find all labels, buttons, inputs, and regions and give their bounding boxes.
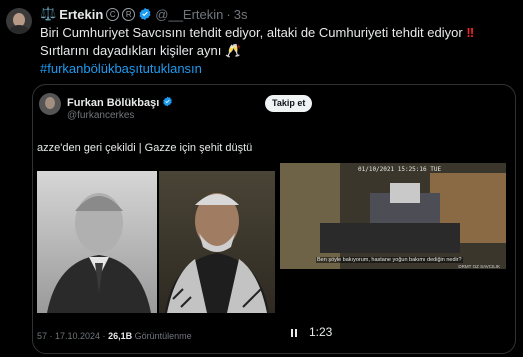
author-handle[interactable]: @__Ertekin [155, 7, 223, 22]
video-subtitle: Ben şöyle bakıyorum, hastane yoğun bakım… [316, 257, 463, 263]
portrait-photo-left[interactable] [37, 171, 157, 313]
avatar-body [9, 25, 29, 34]
tweet-line-2: Sırtlarını dayadıkları kişiler aynı 🥂 [40, 42, 510, 60]
post-time[interactable]: 3s [234, 7, 248, 22]
tweet-line-1: Biri Cumhuriyet Savcısını tehdit ediyor,… [40, 24, 510, 42]
video-duration: 1:23 [309, 325, 333, 339]
pause-icon[interactable] [291, 329, 297, 337]
follow-button[interactable]: Takip et [265, 95, 313, 112]
separator-dot: · [226, 6, 231, 22]
double-exclamation-emoji: ‼ [466, 25, 474, 40]
quoted-tweet-card[interactable]: Furkan Bölükbaşı @furkancerkes Takip et … [32, 84, 516, 354]
portrait-photo-right[interactable] [159, 171, 275, 313]
quoted-tweet-text: azze'den geri çekildi | Gazze için şehit… [37, 142, 253, 154]
tweet-header: ⚖️ Ertekin C R @__Ertekin · 3s [40, 6, 247, 22]
quoted-author-name-row[interactable]: Furkan Bölükbaşı [67, 96, 173, 110]
verified-badge-icon [138, 7, 152, 21]
clinking-glasses-emoji: 🥂 [224, 43, 242, 58]
video-player[interactable]: 01/10/2021 15:25:16 TUE Ben şöyle bakıyo… [280, 163, 506, 269]
quoted-tweet-meta: 57 · 17.10.2024 · 26,1B Görüntülenme [37, 331, 192, 341]
tweet-text: Biri Cumhuriyet Savcısını tehdit ediyor,… [40, 24, 510, 78]
copyright-badge: C [106, 7, 120, 21]
quoted-author-name[interactable]: Furkan Bölükbaşı [67, 97, 159, 109]
scales-emoji: ⚖️ [40, 6, 57, 21]
quoted-author-avatar[interactable] [39, 93, 61, 115]
registered-badge: R [122, 7, 136, 21]
view-count: 26,1B [108, 331, 133, 341]
video-timestamp-overlay: 01/10/2021 15:25:16 TUE [358, 166, 442, 173]
tweet-line-2-text: Sırtlarını dayadıkları kişiler aynı [40, 43, 222, 58]
video-watermark: DRMT OZ SAVCILIK [458, 264, 500, 269]
author-display-name[interactable]: Ertekin [59, 7, 103, 22]
tweet-line-3: #furkanbölükbaşıtutuklansın [40, 60, 510, 78]
quoted-verified-badge-icon [162, 96, 173, 110]
quoted-tweet-date: 57 · 17.10.2024 · [37, 331, 109, 341]
views-label: Görüntülenme [132, 331, 192, 341]
quoted-author-handle[interactable]: @furkancerkes [67, 110, 134, 121]
tweet-line-1-text: Biri Cumhuriyet Savcısını tehdit ediyor,… [40, 25, 463, 40]
hashtag-link[interactable]: #furkanbölükbaşıtutuklansın [40, 61, 202, 76]
author-avatar[interactable] [6, 8, 32, 34]
